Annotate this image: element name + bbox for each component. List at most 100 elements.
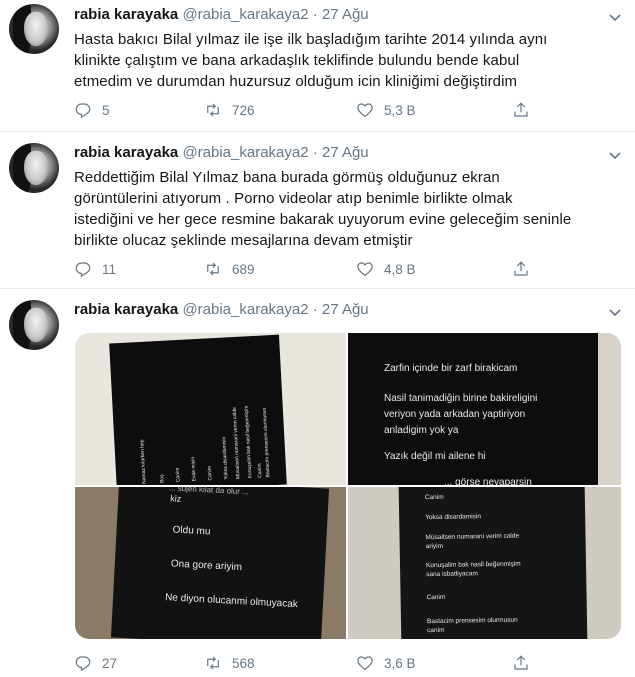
photo-text: Namaz kılarken hep	[139, 439, 148, 485]
photo-text: Zarfin içinde bir zarf birakicam	[384, 363, 518, 374]
user-handle[interactable]: @rabia_karakaya2	[182, 144, 308, 161]
photo-text: Bastacim prensesim olurmusun	[261, 407, 272, 478]
tweet[interactable]: rabia karayaka @rabia_karakaya2 · 27 Ağu…	[0, 0, 635, 132]
tweet-header: rabia karayaka @rabia_karakaya2 · 27 Ağu	[74, 144, 369, 161]
photo-text: Ne diyon olucanmi olmuyacak	[164, 592, 299, 611]
reply-button[interactable]: 5	[74, 100, 110, 120]
tweet-header: rabia karayaka @rabia_karakaya2 · 27 Ağu	[74, 6, 369, 23]
photo-3[interactable]: ... sujen kilat da olur ... kiz Oldu mu …	[75, 487, 346, 639]
printed-screenshot: Zarfin içinde bir zarf birakicam Nasil t…	[348, 333, 598, 485]
photo-text: Nasil tanimadiğin birine bakireligini	[384, 393, 538, 404]
display-name[interactable]: rabia karayaka	[74, 144, 178, 161]
tweet-date[interactable]: 27 Ağu	[322, 6, 369, 23]
separator: ·	[312, 144, 318, 161]
photo-text: ariyim	[425, 542, 444, 551]
share-button[interactable]	[512, 259, 540, 279]
photo-text: sana isbatliyacam	[426, 570, 478, 579]
avatar[interactable]	[9, 4, 59, 54]
photo-4[interactable]: Canim Yoksa disardamisin Müsaitsen numar…	[348, 487, 621, 639]
reply-count: 11	[102, 261, 117, 277]
share-icon	[514, 102, 528, 117]
retweet-button[interactable]: 689	[204, 259, 255, 279]
display-name[interactable]: rabia karayaka	[74, 6, 178, 23]
tweet-text: Reddettiğim Bilal Yılmaz bana burada gör…	[74, 167, 614, 251]
tweet-text-line: istediğini ve her gece resmine bakarak u…	[74, 211, 572, 228]
like-count: 3,6 B	[384, 655, 416, 671]
photo-text: Canim	[424, 493, 444, 502]
retweet-count: 689	[232, 261, 255, 277]
photo-2[interactable]: Zarfin içinde bir zarf birakicam Nasil t…	[348, 333, 621, 485]
reply-count: 5	[102, 102, 110, 118]
tweet-text: Hasta bakıcı Bilal yılmaz ile işe ilk ba…	[74, 29, 614, 92]
chevron-down-icon[interactable]	[607, 9, 623, 25]
user-handle[interactable]: @rabia_karakaya2	[182, 301, 308, 318]
photo-text: Canim	[206, 465, 214, 481]
separator: ·	[312, 6, 318, 23]
reply-button[interactable]: 11	[74, 259, 116, 279]
tweet-text-line: Hasta bakıcı Bilal yılmaz ile işe ilk ba…	[74, 31, 548, 48]
chevron-down-icon[interactable]	[607, 147, 623, 163]
heart-icon	[357, 262, 373, 277]
reply-icon	[75, 656, 91, 672]
chevron-down-icon[interactable]	[607, 304, 623, 320]
printed-screenshot: Namaz kılarken hep Boş Canim Evde misin …	[109, 334, 287, 485]
tweet-text-line: görüntülerini atıyorum . Porno videolar …	[74, 190, 513, 207]
avatar[interactable]	[9, 300, 59, 350]
like-count: 4,8 B	[384, 261, 416, 277]
retweet-count: 726	[232, 102, 255, 118]
tweet-date[interactable]: 27 Ağu	[322, 144, 369, 161]
reply-count: 27	[102, 655, 118, 671]
like-button[interactable]: 4,8 B	[356, 259, 416, 279]
photo-text: Ona gore ariyim	[170, 558, 243, 574]
media-grid: Namaz kılarken hep Boş Canim Evde misin …	[75, 333, 621, 639]
photo-text: Canim	[174, 467, 182, 483]
like-button[interactable]: 3,6 B	[356, 653, 416, 673]
tweet-text-line: klinikte çalıştım ve bana arkadaşlık tek…	[74, 52, 520, 69]
retweet-icon	[207, 262, 219, 276]
retweet-icon	[207, 103, 219, 117]
share-button[interactable]	[512, 653, 540, 673]
photo-text: Yoksa disardamisin	[425, 513, 481, 522]
tweet[interactable]: rabia karayaka @rabia_karakaya2 · 27 Ağu…	[0, 289, 635, 677]
display-name[interactable]: rabia karayaka	[74, 301, 178, 318]
photo-text: Boş	[159, 474, 166, 484]
retweet-count: 568	[232, 655, 255, 671]
reply-icon	[75, 103, 91, 119]
tweet[interactable]: rabia karayaka @rabia_karakaya2 · 27 Ağu…	[0, 132, 635, 289]
photo-text: anladigim yok ya	[384, 425, 459, 436]
user-handle[interactable]: @rabia_karakaya2	[182, 6, 308, 23]
photo-text: kiz	[170, 493, 182, 504]
share-icon	[514, 655, 528, 670]
photo-text: ... görse neyaparsin	[444, 477, 532, 485]
printed-screenshot: ... sujen kilat da olur ... kiz Oldu mu …	[110, 487, 330, 639]
heart-icon	[357, 656, 373, 671]
separator: ·	[312, 301, 318, 318]
tweet-text-line: Reddettiğim Bilal Yılmaz bana burada gör…	[74, 169, 500, 186]
printed-screenshot: Canim Yoksa disardamisin Müsaitsen numar…	[398, 487, 588, 639]
tweet-text-line: etmedim ve durumdan huzursuz olduğum ici…	[74, 73, 518, 90]
photo-text: Yazık değil mi ailene hi	[384, 451, 486, 462]
retweet-button[interactable]: 726	[204, 100, 255, 120]
tweet-text-line: birlikte olucaz şeklinde mesajlarına dev…	[74, 232, 413, 249]
share-icon	[514, 261, 528, 276]
tweet-actions: 27 568 3,6 B	[74, 653, 544, 673]
like-count: 5,3 B	[384, 102, 416, 118]
heart-icon	[357, 103, 373, 118]
reply-button[interactable]: 27	[74, 653, 117, 673]
tweet-actions: 5 726 5,3 B	[74, 100, 544, 120]
like-button[interactable]: 5,3 B	[356, 100, 416, 120]
photo-text: Canim	[426, 593, 446, 602]
tweet-header: rabia karayaka @rabia_karakaya2 · 27 Ağu	[74, 301, 369, 318]
retweet-icon	[207, 656, 219, 670]
reply-icon	[75, 262, 91, 278]
photo-text: Oldu mu	[172, 524, 211, 538]
photo-text: canim	[427, 626, 445, 635]
tweet-date[interactable]: 27 Ağu	[322, 301, 369, 318]
photo-text: veriyon yada arkadan yaptiriyon	[384, 409, 526, 420]
avatar[interactable]	[9, 143, 59, 193]
share-button[interactable]	[512, 100, 540, 120]
retweet-button[interactable]: 568	[204, 653, 255, 673]
tweet-actions: 11 689 4,8 B	[74, 259, 544, 279]
photo-text: Evde misin	[190, 456, 198, 482]
photo-1[interactable]: Namaz kılarken hep Boş Canim Evde misin …	[75, 333, 346, 485]
